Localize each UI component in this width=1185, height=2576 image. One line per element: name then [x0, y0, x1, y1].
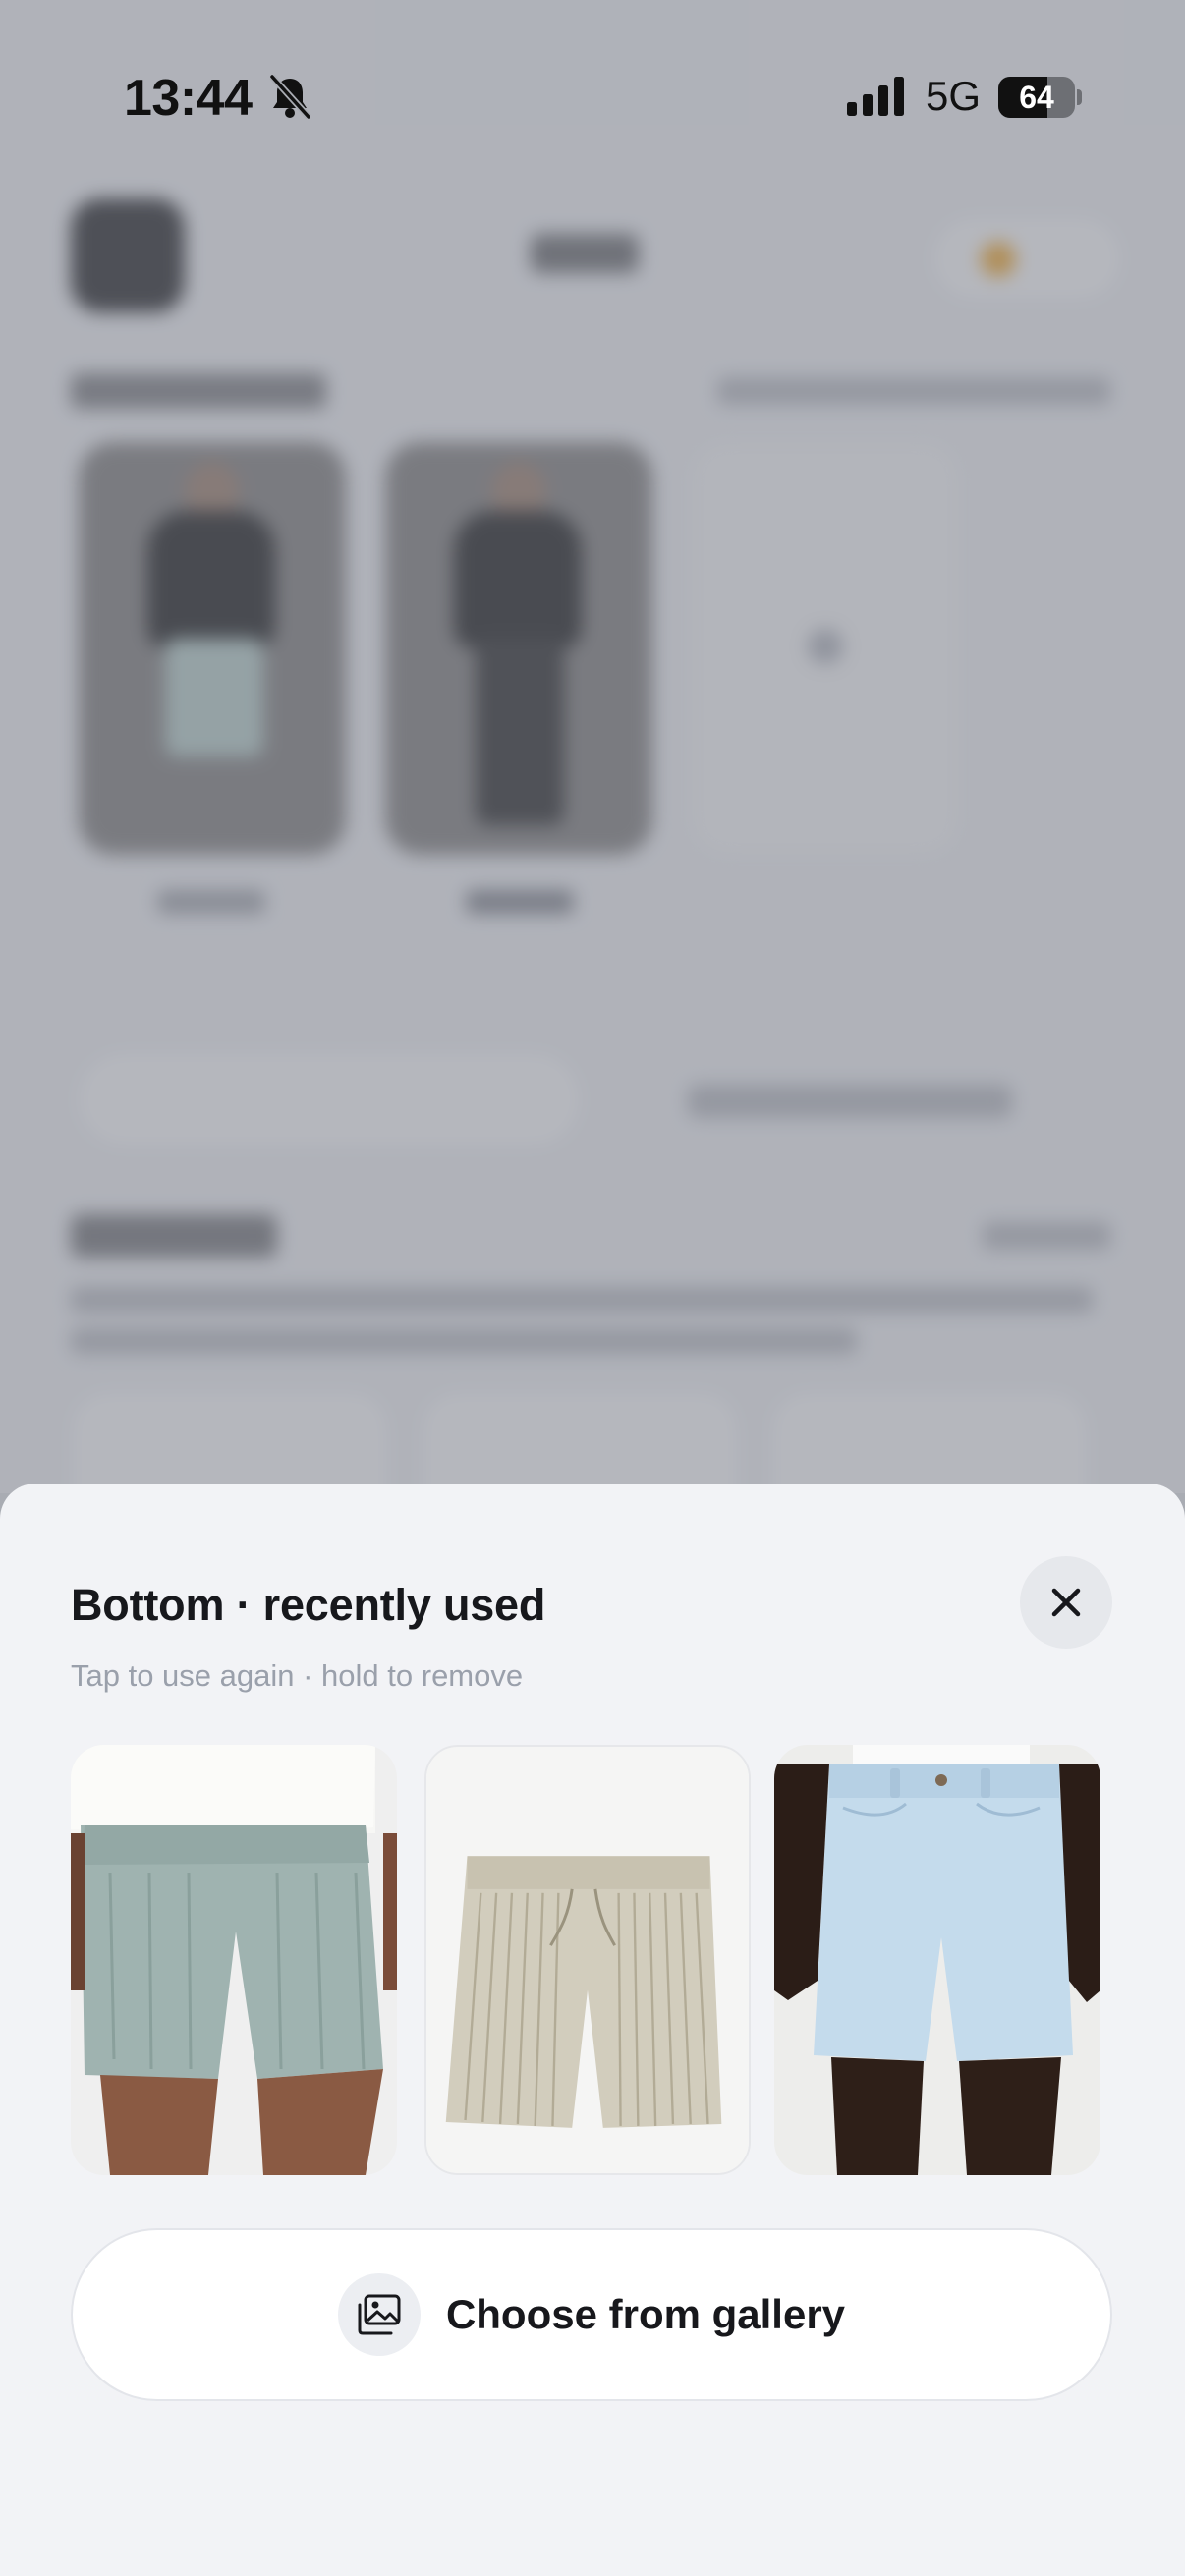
denim-shorts-image: [774, 1745, 1100, 2175]
recent-item-denim-shorts[interactable]: [774, 1745, 1100, 2175]
gallery-button-label: Choose from gallery: [445, 2291, 846, 2337]
choose-from-gallery-button[interactable]: Choose from gallery: [71, 2228, 1112, 2401]
cellular-signal-icon: [847, 77, 904, 116]
recent-item-beige-striped-shorts[interactable]: [424, 1745, 751, 2175]
network-type: 5G: [926, 73, 982, 119]
photo-gallery-icon: [337, 2273, 421, 2356]
bell-slash-icon: [269, 74, 311, 120]
beige-shorts-image: [426, 1747, 749, 2173]
sheet-title: Bottom · recently used: [71, 1580, 546, 1630]
sage-shorts-image: [71, 1745, 397, 2175]
close-button[interactable]: [1020, 1556, 1112, 1649]
recently-used-sheet: Bottom · recently used Tap to use again …: [0, 1484, 1185, 2576]
status-time: 13:44: [124, 70, 253, 127]
screen: 13:44 5G 64 Bottom · recently used Tap t…: [0, 0, 1185, 2576]
background-app-blurred: [0, 0, 1185, 1531]
close-icon: [1051, 1588, 1081, 1617]
status-bar: 13:44 5G 64: [0, 0, 1185, 196]
battery-percent: 64: [1019, 80, 1054, 115]
recent-item-sage-corduroy-shorts[interactable]: [71, 1745, 397, 2175]
recent-items-row: [71, 1745, 1104, 2175]
modal-backdrop[interactable]: [0, 0, 1185, 1493]
battery-icon: 64: [998, 77, 1082, 118]
sheet-subtitle: Tap to use again · hold to remove: [71, 1658, 524, 1693]
